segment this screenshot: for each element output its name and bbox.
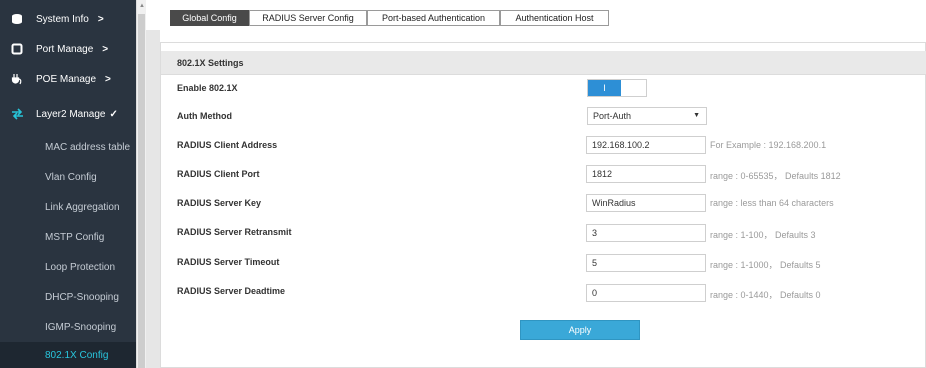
sidebar: System Info > Port Manage > POE Manage >… [0,0,136,368]
auth-method-value: Port-Auth [593,111,632,121]
sidebar-item-poe-manage[interactable]: POE Manage > [0,64,136,94]
radius-server-deadtime-input[interactable] [586,284,706,302]
caret-down-icon: ▼ [693,112,700,119]
plug-icon [10,72,24,86]
radius-client-port-label: RADIUS Client Port [177,169,260,179]
chevron-right-icon: > [105,73,111,85]
radius-client-address-hint: For Example : 192.168.200.1 [710,140,827,150]
radius-client-address-label: RADIUS Client Address [177,140,278,150]
content-gutter [146,0,160,368]
exchange-icon [10,107,24,121]
radius-server-timeout-hint: range : 1-1000， Defaults 5 [710,260,821,270]
radius-client-port-input[interactable] [586,165,706,183]
radius-client-address-input[interactable] [586,136,706,154]
scroll-up-icon[interactable]: ▲ [139,3,145,9]
square-icon [10,42,24,56]
tab-authentication-host[interactable]: Authentication Host [500,10,609,26]
radius-server-timeout-input[interactable] [586,254,706,272]
sidebar-subitem-vlan-config[interactable]: Vlan Config [0,162,136,192]
sidebar-subitem-dhcp-snooping[interactable]: DHCP-Snooping [0,282,136,312]
section-title: 802.1X Settings [177,57,244,68]
apply-button[interactable]: Apply [520,320,640,340]
tab-global-config[interactable]: Global Config [170,10,249,26]
tab-label: Authentication Host [515,13,594,23]
enable-8021x-label: Enable 802.1X [177,83,238,93]
enable-8021x-toggle[interactable]: I [587,79,647,97]
radius-server-deadtime-label: RADIUS Server Deadtime [177,286,286,296]
sidebar-subitem-8021x-config[interactable]: 802.1X Config [0,342,136,368]
sidebar-subitem-loop-protection[interactable]: Loop Protection [0,252,136,282]
sidebar-subitem-label: DHCP-Snooping [45,291,119,303]
sidebar-item-label: Layer2 Manage [36,108,106,120]
auth-method-label: Auth Method [177,111,232,121]
radius-server-retransmit-label: RADIUS Server Retransmit [177,227,292,237]
sidebar-item-port-manage[interactable]: Port Manage > [0,34,136,64]
sidebar-item-system-info[interactable]: System Info > [0,4,136,34]
sidebar-subitem-label: Loop Protection [45,261,116,273]
sidebar-subitem-label: Vlan Config [45,171,97,183]
radius-server-retransmit-hint: range : 1-100， Defaults 3 [710,230,816,240]
sidebar-subitem-link-aggregation[interactable]: Link Aggregation [0,192,136,222]
radius-client-port-hint: range : 0-65535， Defaults 1812 [710,171,841,181]
radius-server-key-hint: range : less than 64 characters [710,198,834,208]
sidebar-scrollbar[interactable]: ▲ [136,0,146,368]
tab-bar: Global Config RADIUS Server Config Port-… [146,0,926,30]
radius-server-key-input[interactable] [586,194,706,212]
tab-port-based-authentication[interactable]: Port-based Authentication [367,10,500,26]
tab-label: RADIUS Server Config [262,13,354,23]
radius-server-key-label: RADIUS Server Key [177,198,262,208]
auth-method-select[interactable]: Port-Auth ▼ [587,107,707,125]
sidebar-subitem-mac-address-table[interactable]: MAC address table [0,132,136,162]
sidebar-item-label: System Info [36,13,89,25]
section-header: 802.1X Settings [161,51,926,75]
tab-label: Port-based Authentication [381,13,486,23]
sidebar-item-label: POE Manage [36,73,97,85]
sidebar-subitem-mstp-config[interactable]: MSTP Config [0,222,136,252]
chevron-right-icon: > [97,13,104,25]
radius-server-retransmit-input[interactable] [586,224,706,242]
sidebar-subitem-label: Link Aggregation [45,201,120,213]
radius-server-deadtime-hint: range : 0-1440， Defaults 0 [710,290,821,300]
chevron-right-icon: > [102,43,109,55]
sidebar-subitem-label: IGMP-Snooping [45,321,117,333]
sidebar-item-label: Port Manage [36,43,94,55]
sidebar-subitem-label: MSTP Config [45,231,105,243]
sidebar-subitem-igmp-snooping[interactable]: IGMP-Snooping [0,312,136,342]
toggle-on-state: I [588,80,621,96]
database-icon [10,12,24,26]
sidebar-subitem-label: MAC address table [45,141,131,153]
radius-server-timeout-label: RADIUS Server Timeout [177,257,280,267]
tab-radius-server-config[interactable]: RADIUS Server Config [249,10,367,26]
tab-label: Global Config [182,13,237,23]
sidebar-subitem-label: 802.1X Config [45,349,109,361]
sidebar-item-layer2-manage[interactable]: Layer2 Manage ✓ [0,99,136,129]
scrollbar-thumb[interactable] [138,14,145,368]
chevron-down-icon: ✓ [109,108,118,120]
